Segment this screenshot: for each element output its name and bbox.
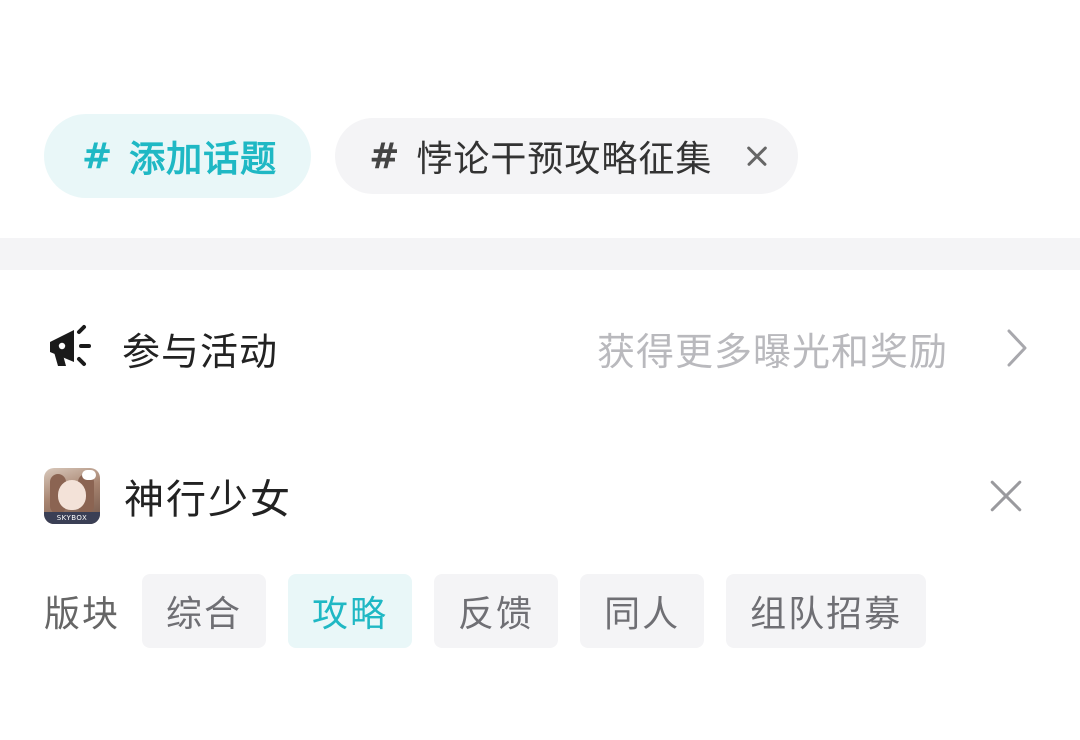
board-label: 版块 [44,594,121,635]
topic-row: # 添加话题 # 悖论干预攻略征集 [44,112,1080,200]
board-selector: 版块 综合 攻略 反馈 同人 组队招募 [44,574,1044,648]
activity-label: 参与活动 [122,329,279,374]
add-topic-label: 添加话题 [129,139,278,180]
hash-icon: # [82,135,114,177]
board-tab-guide[interactable]: 攻略 [288,574,413,648]
remove-topic-close-icon[interactable] [746,145,768,167]
board-tab-general[interactable]: 综合 [142,574,267,648]
add-topic-button[interactable]: # 添加话题 [44,114,312,198]
megaphone-icon [44,322,96,374]
board-tab-team-recruit[interactable]: 组队招募 [726,574,927,648]
game-row: SKYBOX 神行少女 [44,450,1028,542]
section-divider [0,238,1080,270]
board-tab-feedback[interactable]: 反馈 [434,574,559,648]
selected-topic-label: 悖论干预攻略征集 [416,139,713,180]
game-icon: SKYBOX [44,468,100,524]
chevron-right-icon [1006,328,1028,368]
game-name: 神行少女 [124,477,292,523]
remove-game-close-icon[interactable] [986,476,1026,516]
selected-topic-chip[interactable]: # 悖论干预攻略征集 [335,118,799,194]
game-icon-brand: SKYBOX [44,512,100,524]
board-tab-fanwork[interactable]: 同人 [580,574,705,648]
join-activity-row[interactable]: 参与活动 获得更多曝光和奖励 [44,300,1028,396]
activity-hint: 获得更多曝光和奖励 [596,329,948,374]
hash-icon: # [369,135,401,177]
